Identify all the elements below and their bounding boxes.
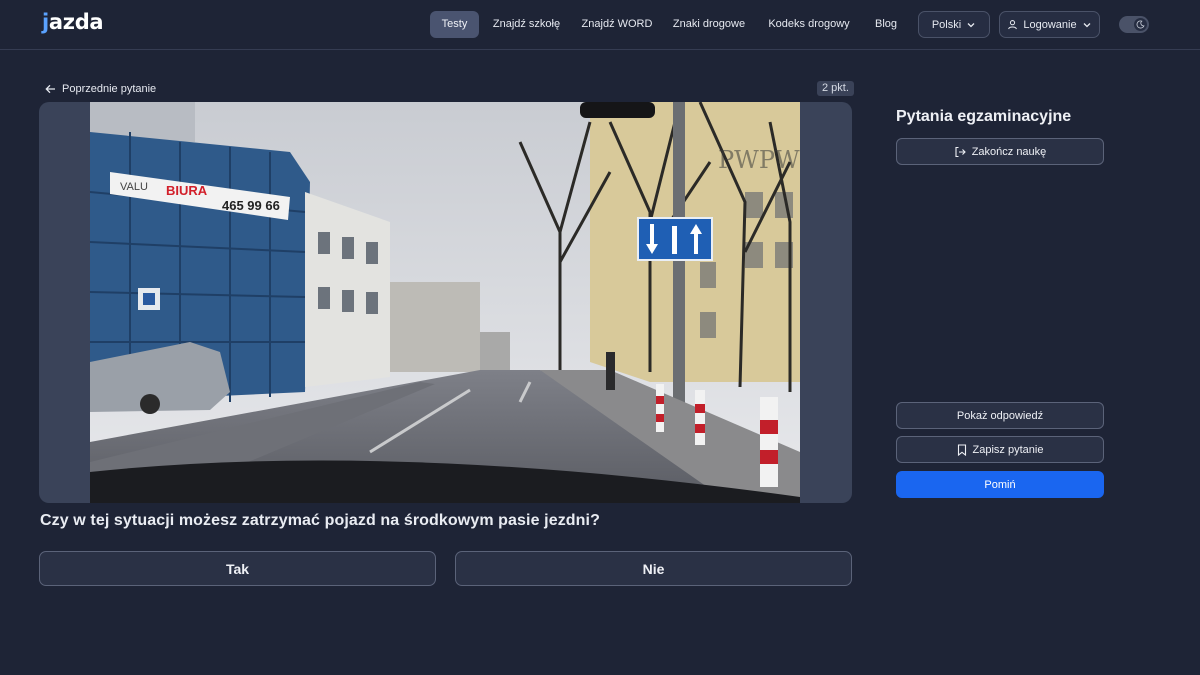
save-question-label: Zapisz pytanie	[972, 443, 1044, 456]
nav-znaki-drogowe[interactable]: Znaki drogowe	[670, 11, 748, 38]
end-learning-button[interactable]: Zakończ naukę	[896, 138, 1104, 165]
nav-testy[interactable]: Testy	[430, 11, 479, 38]
panel-title: Pytania egzaminacyjne	[896, 108, 1072, 125]
end-learning-label: Zakończ naukę	[971, 145, 1047, 158]
question-text: Czy w tej sytuacji możesz zatrzymać poja…	[40, 512, 600, 529]
moon-icon	[1134, 18, 1147, 31]
answer-yes-button[interactable]: Tak	[39, 551, 436, 586]
user-icon	[1008, 20, 1018, 30]
bookmark-icon	[957, 443, 966, 456]
language-select[interactable]: Polski	[918, 11, 990, 38]
skip-button[interactable]: Pomiń	[896, 471, 1104, 498]
top-navbar: jazda Testy Znajdź szkołę Znajdź WORD Zn…	[0, 0, 1200, 50]
previous-question-label: Poprzednie pytanie	[62, 83, 157, 95]
login-dropdown[interactable]: Logowanie	[999, 11, 1100, 38]
points-badge: 2 pkt.	[817, 81, 854, 96]
skip-label: Pomiń	[984, 478, 1016, 491]
chevron-down-icon	[967, 22, 975, 27]
language-label: Polski	[931, 18, 962, 31]
arrow-left-icon	[45, 84, 55, 94]
road-scene-image: VALU BIURA 465 99 66 PWPW	[90, 102, 800, 503]
nav-kodeks-drogowy[interactable]: Kodeks drogowy	[764, 11, 854, 38]
show-answer-label: Pokaż odpowiedź	[956, 409, 1044, 422]
nav-znajdz-word[interactable]: Znajdź WORD	[578, 11, 656, 38]
theme-toggle[interactable]	[1119, 16, 1149, 33]
nav-znajdz-szkole[interactable]: Znajdź szkołę	[487, 11, 566, 38]
watermark-text: PWPW	[718, 146, 800, 174]
jazda-logo[interactable]: jazda	[42, 10, 104, 34]
chevron-down-icon	[1083, 22, 1091, 27]
nav-blog[interactable]: Blog	[868, 11, 904, 38]
show-answer-button[interactable]: Pokaż odpowiedź	[896, 402, 1104, 429]
question-media: VALU BIURA 465 99 66 PWPW	[39, 102, 852, 503]
save-question-button[interactable]: Zapisz pytanie	[896, 436, 1104, 463]
billboard-phone: 465 99 66	[222, 198, 280, 213]
answer-no-button[interactable]: Nie	[455, 551, 852, 586]
billboard-text: BIURA	[166, 183, 208, 198]
logout-icon	[955, 146, 966, 157]
login-label: Logowanie	[1023, 18, 1077, 31]
previous-question-link[interactable]: Poprzednie pytanie	[45, 81, 156, 97]
billboard-prefix: VALU	[120, 181, 148, 193]
